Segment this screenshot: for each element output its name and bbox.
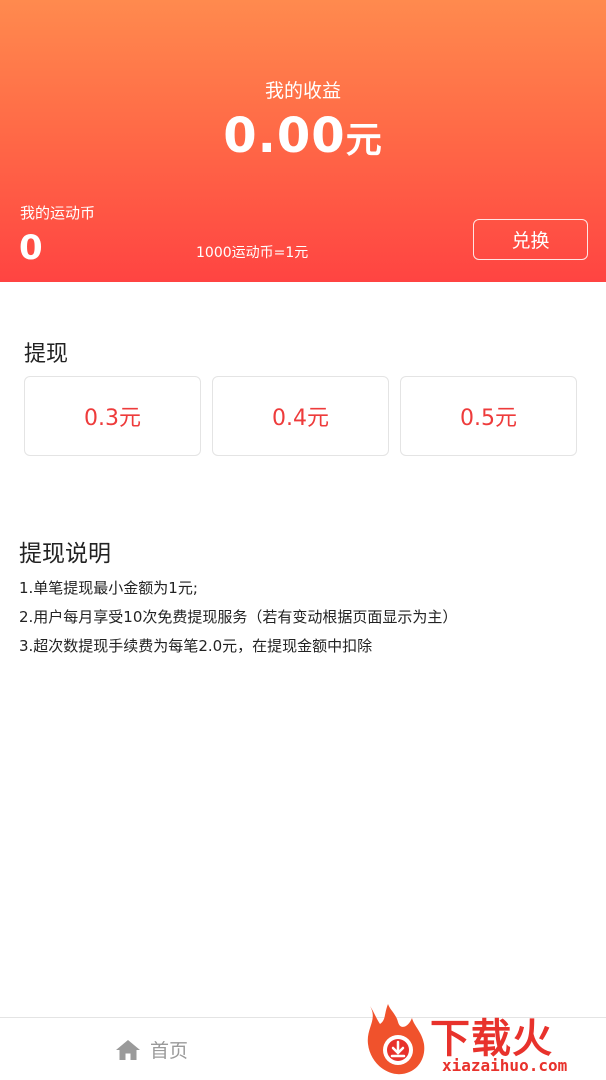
withdraw-option-0-4[interactable]: 0.4元 [212,376,389,456]
description-item: 3.超次数提现手续费为每笔2.0元，在提现金额中扣除 [19,637,373,655]
nav-home-label: 首页 [150,1040,189,1062]
description-item: 2.用户每月享受10次免费提现服务（若有变动根据页面显示为主） [19,608,458,626]
withdraw-options: 0.3元 0.4元 0.5元 [24,376,578,457]
exchange-button[interactable]: 兑换 [473,219,588,260]
description-list: 1.单笔提现最小金额为1元; 2.用户每月享受10次免费提现服务（若有变动根据页… [19,578,457,665]
watermark-logo: 下载火 xiazaihuo.com [360,1000,606,1080]
withdraw-title: 提现 [24,342,69,367]
earnings-amount: 0.00元 [0,108,606,164]
coins-value: 0 [19,228,43,268]
coins-label: 我的运动币 [20,204,96,222]
earnings-header: 我的收益 0.00元 我的运动币 0 1000运动币=1元 兑换 [0,0,606,282]
description-title: 提现说明 [19,541,111,567]
withdraw-option-0-3[interactable]: 0.3元 [24,376,201,456]
home-icon [116,1039,140,1060]
description-item: 1.单笔提现最小金额为1元; [19,579,198,597]
watermark-url: xiazaihuo.com [442,1056,568,1075]
exchange-rate: 1000运动币=1元 [196,245,309,261]
fire-logo-icon [367,1004,425,1075]
nav-home-tab[interactable]: 首页 [114,1036,188,1063]
withdraw-option-0-5[interactable]: 0.5元 [400,376,577,456]
earnings-label: 我的收益 [264,80,341,102]
earnings-amount-value: 0.00 [223,108,346,164]
earnings-amount-unit: 元 [345,120,383,161]
